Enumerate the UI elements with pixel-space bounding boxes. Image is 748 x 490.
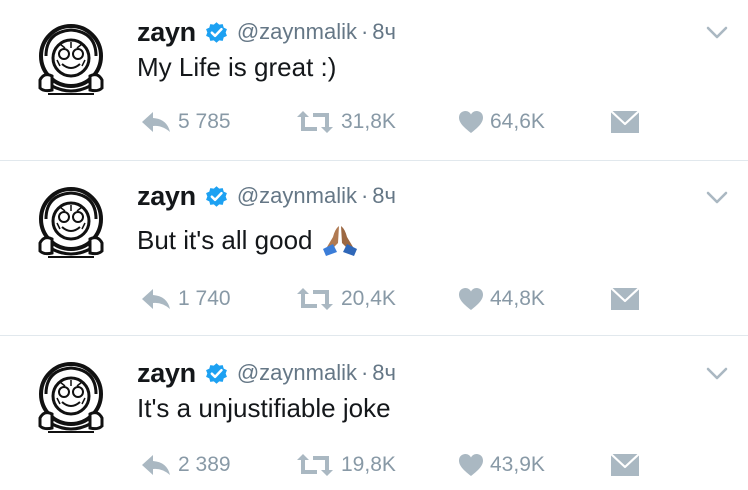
- retweet-button[interactable]: 20,4K: [295, 284, 396, 314]
- like-button[interactable]: 64,6K: [458, 107, 545, 137]
- display-name[interactable]: zayn: [137, 181, 196, 212]
- tweet-text: But it's all good: [137, 223, 359, 257]
- retweet-icon: [295, 453, 335, 477]
- direct-message-icon: [610, 453, 640, 477]
- retweet-count: 19,8K: [341, 453, 396, 476]
- username[interactable]: @zaynmalik: [237, 19, 357, 45]
- separator: ·: [360, 183, 369, 208]
- verified-badge-icon: [204, 361, 229, 386]
- reply-button[interactable]: 2 389: [140, 450, 231, 480]
- timestamp[interactable]: 8ч: [372, 183, 396, 209]
- chevron-down-icon[interactable]: [706, 367, 728, 381]
- direct-message-icon: [610, 287, 640, 311]
- timestamp[interactable]: 8ч: [372, 360, 396, 386]
- verified-badge-icon: [204, 184, 229, 209]
- retweet-icon: [295, 110, 335, 134]
- heart-icon: [458, 287, 484, 311]
- avatar[interactable]: [30, 20, 112, 102]
- separator: ·: [360, 360, 369, 385]
- tweet-timeline: zayn @zaynmalik · 8ч My Life is great :)…: [0, 0, 748, 490]
- tweet[interactable]: zayn @zaynmalik · 8ч My Life is great :)…: [0, 0, 748, 162]
- tweet[interactable]: zayn @zaynmalik · 8ч It's a unjustifiabl…: [0, 335, 748, 490]
- display-name[interactable]: zayn: [137, 358, 196, 389]
- reply-count: 2 389: [178, 453, 231, 476]
- chevron-down-icon[interactable]: [706, 191, 728, 205]
- tweet-header: zayn @zaynmalik · 8ч: [137, 178, 396, 214]
- reply-icon: [140, 110, 172, 134]
- chevron-down-icon[interactable]: [706, 26, 728, 40]
- tweet-text: It's a unjustifiable joke: [137, 393, 391, 424]
- tweet-actions: 1 740 20,4K 44,8K: [140, 284, 660, 314]
- like-count: 64,6K: [490, 110, 545, 133]
- reply-icon: [140, 453, 172, 477]
- heart-icon: [458, 453, 484, 477]
- username[interactable]: @zaynmalik: [237, 360, 357, 386]
- retweet-icon: [295, 287, 335, 311]
- username[interactable]: @zaynmalik: [237, 183, 357, 209]
- like-button[interactable]: 43,9K: [458, 450, 545, 480]
- direct-message-button[interactable]: [610, 107, 640, 137]
- like-count: 43,9K: [490, 453, 545, 476]
- separator: ·: [360, 19, 369, 44]
- folded-hands-emoji: [321, 223, 359, 257]
- retweet-count: 20,4K: [341, 287, 396, 310]
- timestamp[interactable]: 8ч: [372, 19, 396, 45]
- tweet-header: zayn @zaynmalik · 8ч: [137, 14, 396, 50]
- direct-message-button[interactable]: [610, 284, 640, 314]
- heart-icon: [458, 110, 484, 134]
- reply-button[interactable]: 1 740: [140, 284, 231, 314]
- retweet-button[interactable]: 31,8K: [295, 107, 396, 137]
- reply-count: 5 785: [178, 110, 231, 133]
- tweet-text-content: But it's all good: [137, 224, 313, 255]
- tweet-text-content: It's a unjustifiable joke: [137, 393, 391, 423]
- like-button[interactable]: 44,8K: [458, 284, 545, 314]
- tweet-header: zayn @zaynmalik · 8ч: [137, 355, 396, 391]
- tweet[interactable]: zayn @zaynmalik · 8ч But it's all good 1…: [0, 160, 748, 322]
- retweet-count: 31,8K: [341, 110, 396, 133]
- reply-count: 1 740: [178, 287, 231, 310]
- direct-message-icon: [610, 110, 640, 134]
- direct-message-button[interactable]: [610, 450, 640, 480]
- avatar[interactable]: [30, 358, 112, 440]
- avatar[interactable]: [30, 183, 112, 265]
- like-count: 44,8K: [490, 287, 545, 310]
- display-name[interactable]: zayn: [137, 17, 196, 48]
- tweet-actions: 5 785 31,8K 64,6K: [140, 107, 660, 137]
- reply-button[interactable]: 5 785: [140, 107, 231, 137]
- tweet-actions: 2 389 19,8K 43,9K: [140, 450, 660, 480]
- reply-icon: [140, 287, 172, 311]
- verified-badge-icon: [204, 20, 229, 45]
- tweet-text-content: My Life is great :): [137, 52, 337, 82]
- tweet-text: My Life is great :): [137, 52, 336, 83]
- retweet-button[interactable]: 19,8K: [295, 450, 396, 480]
